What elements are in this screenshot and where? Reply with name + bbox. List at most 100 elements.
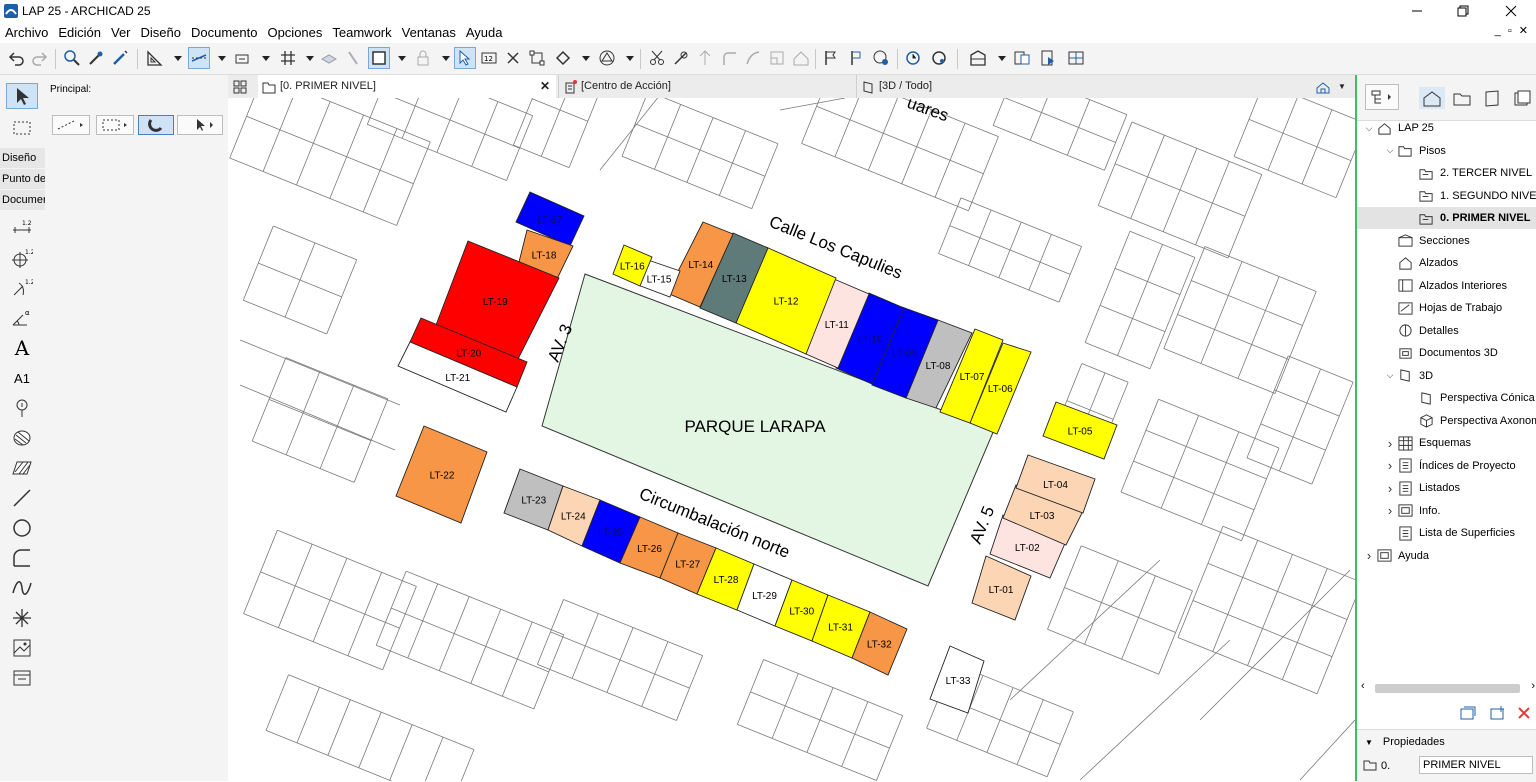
new-folder-button[interactable] — [1487, 703, 1509, 723]
geometry-method-button[interactable] — [52, 115, 90, 135]
navigator-item-alzados[interactable]: Alzados — [1357, 252, 1536, 274]
menu-edicion[interactable]: Edición — [53, 22, 106, 43]
publisher-sets-button[interactable] — [1509, 87, 1535, 109]
drawing-tool[interactable] — [6, 665, 38, 691]
tab-3d-todo[interactable]: [3D / Todo] — [856, 75, 1161, 98]
eyedropper-button[interactable] — [85, 47, 107, 69]
redo-button[interactable] — [29, 47, 51, 69]
navigator-horizontal-scrollbar[interactable]: ‹ › — [1361, 680, 1535, 695]
navigator-item-listados[interactable]: › Listados — [1357, 477, 1536, 499]
arrow-settings-button[interactable] — [177, 115, 223, 135]
chevron-right-icon[interactable]: › — [1384, 481, 1396, 496]
close-window-button[interactable] — [1488, 0, 1534, 22]
menu-teamwork[interactable]: Teamwork — [327, 22, 396, 43]
teamwork-receive-button[interactable] — [928, 47, 950, 69]
figure-tool[interactable] — [6, 635, 38, 661]
navigator-item-perspectiva-axonométrica[interactable]: Perspectiva Axonométrica — [1357, 410, 1536, 432]
split-button[interactable] — [646, 47, 668, 69]
navigator-item-secciones[interactable]: Secciones — [1357, 230, 1536, 252]
toolgroup-viewpoint[interactable]: Punto de — [0, 169, 45, 189]
minimize-button[interactable] — [1394, 0, 1440, 22]
navigator-item-lap-25[interactable]: ⌵ LAP 25 — [1357, 117, 1536, 139]
solid-ops-button[interactable] — [552, 47, 574, 69]
lock-button[interactable] — [412, 47, 434, 69]
marquee-tool[interactable] — [6, 115, 38, 141]
navigator-item-1-segundo-nivel[interactable]: 1. SEGUNDO NIVEL — [1357, 185, 1536, 207]
marker-tool[interactable] — [6, 395, 38, 421]
layout-book-button[interactable] — [1011, 47, 1033, 69]
document-window-controls[interactable]: _ ▫ ✕ — [1495, 24, 1530, 37]
dimension-tool[interactable]: 1.2 — [6, 215, 38, 241]
menu-ayuda[interactable]: Ayuda — [461, 22, 508, 43]
properties-header[interactable]: ▼ Propiedades — [1365, 736, 1445, 748]
tab-centro-de-accion[interactable]: [Centro de Acción] — [558, 75, 859, 98]
roof-button[interactable] — [790, 47, 812, 69]
snap-guides-button[interactable] — [188, 47, 210, 69]
navigator-item-esquemas[interactable]: › Esquemas — [1357, 432, 1536, 454]
toolgroup-design[interactable]: Diseño — [0, 148, 45, 168]
site-plan-drawing[interactable]: PARQUE LARAPA LT-01 LT-02 LT-03 LT-04 LT-05 L… — [228, 98, 1355, 781]
navigator-item-lista-de-superficies[interactable]: Lista de Superficies — [1357, 522, 1536, 544]
navigator-item-ayuda[interactable]: › Ayuda — [1357, 545, 1536, 567]
toolgroup-document[interactable]: Documer — [0, 190, 45, 210]
syringe-button[interactable] — [109, 47, 131, 69]
circle-tool[interactable] — [6, 515, 38, 541]
view-map-button[interactable] — [1449, 87, 1475, 109]
find-select-button[interactable] — [61, 47, 83, 69]
chevron-down-icon[interactable]: ⌵ — [1384, 145, 1396, 156]
tab-overview-button[interactable] — [230, 75, 254, 98]
navigator-item-hojas-de-trabajo[interactable]: Hojas de Trabajo — [1357, 297, 1536, 319]
navigator-item-alzados-interiores[interactable]: Alzados Interiores — [1357, 275, 1536, 297]
adjust-button[interactable] — [670, 47, 692, 69]
level-dimension-tool[interactable]: 1.2 — [6, 245, 38, 271]
angle-dimension-tool[interactable]: α — [6, 305, 38, 331]
group-button[interactable] — [526, 47, 548, 69]
chevron-right-icon[interactable]: › — [1384, 503, 1396, 518]
select-all-button[interactable] — [454, 47, 476, 69]
menu-archivo[interactable]: Archivo — [0, 22, 53, 43]
line-tool[interactable] — [6, 485, 38, 511]
radial-dimension-tool[interactable]: 1.2 — [6, 275, 38, 301]
menu-ver[interactable]: Ver — [106, 22, 136, 43]
menu-ventanas[interactable]: Ventanas — [397, 22, 461, 43]
navigator-item-info[interactable]: › Info. — [1357, 500, 1536, 522]
marker-button[interactable] — [846, 47, 868, 69]
fill-display-button[interactable] — [368, 47, 390, 69]
project-map-button[interactable] — [1419, 87, 1445, 109]
zone-fill-tool[interactable] — [6, 455, 38, 481]
scroll-left-icon[interactable]: ‹ — [1361, 680, 1365, 692]
layout-book-nav-button[interactable] — [1479, 87, 1505, 109]
text-tool[interactable]: A — [6, 335, 38, 361]
chevron-right-icon[interactable]: › — [1384, 458, 1396, 473]
delete-view-button[interactable] — [1513, 703, 1535, 723]
flag-button[interactable] — [820, 47, 842, 69]
organizer-button[interactable] — [1065, 47, 1087, 69]
navigator-item-2-tercer-nivel[interactable]: 2. TERCER NIVEL — [1357, 162, 1536, 184]
dimension-button[interactable]: 12 — [478, 47, 500, 69]
view-map-dropdown[interactable]: ▼ — [1308, 75, 1356, 98]
scroll-right-icon[interactable]: › — [1531, 680, 1535, 692]
layer-button[interactable] — [318, 47, 340, 69]
guide-lines-button[interactable] — [144, 47, 166, 69]
chevron-down-icon[interactable]: ⌵ — [1363, 123, 1375, 134]
intersect-button[interactable] — [694, 47, 716, 69]
navigator-item-índices-de-proyecto[interactable]: › Índices de Proyecto — [1357, 455, 1536, 477]
cross-button[interactable] — [502, 47, 524, 69]
restore-button[interactable] — [1440, 0, 1486, 22]
chevron-right-icon[interactable]: › — [1363, 548, 1375, 563]
polyline-tool[interactable] — [6, 545, 38, 571]
publish-button[interactable] — [870, 47, 892, 69]
story-name-field[interactable] — [1419, 756, 1533, 774]
quick-selection-button[interactable] — [138, 115, 174, 135]
menu-diseno[interactable]: Diseño — [136, 22, 186, 43]
resize-button[interactable] — [766, 47, 788, 69]
spline-tool[interactable] — [6, 575, 38, 601]
floor-plan-canvas[interactable]: PARQUE LARAPA LT-01 LT-02 LT-03 LT-04 LT-05 L… — [228, 98, 1355, 781]
gravity-button[interactable] — [232, 47, 254, 69]
navigator-item-3d[interactable]: ⌵ 3D — [1357, 365, 1536, 387]
navigator-item-perspectiva-cónica[interactable]: Perspectiva Cónica — [1357, 387, 1536, 409]
arrow-tool[interactable] — [6, 83, 38, 109]
navigator-item-pisos[interactable]: ⌵ Pisos — [1357, 140, 1536, 162]
navigator-item-documentos-3d[interactable]: Documentos 3D — [1357, 342, 1536, 364]
navigator-item-0-primer-nivel[interactable]: 0. PRIMER NIVEL — [1357, 207, 1536, 229]
